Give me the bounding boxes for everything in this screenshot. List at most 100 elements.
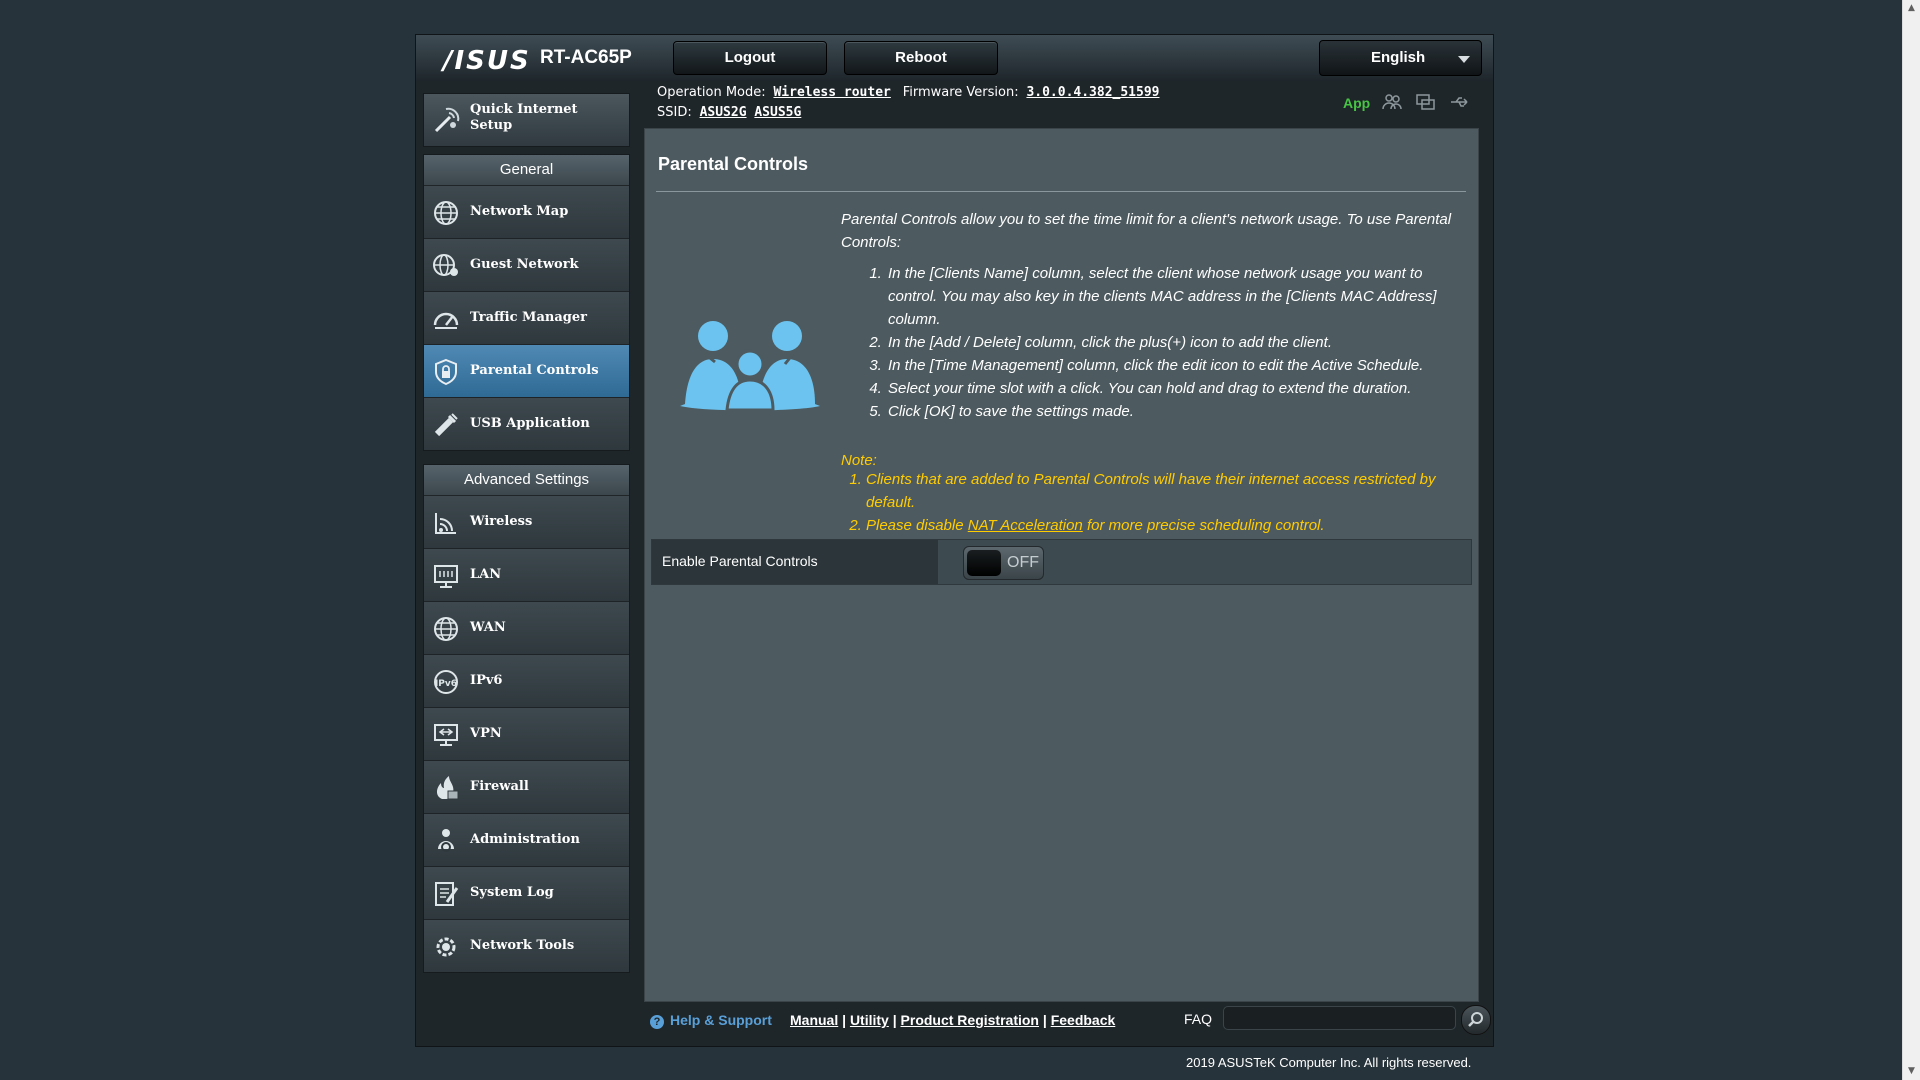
note-text: for more precise scheduling control. [1082, 517, 1325, 534]
firewall-icon [437, 776, 459, 800]
asus-logo: /ISUS [443, 46, 531, 76]
scroll-down-arrow-icon[interactable]: ▼ [1903, 1063, 1920, 1080]
app-link[interactable]: App [1343, 95, 1370, 111]
note-item: Please disable NAT Acceleration for more… [866, 514, 1456, 537]
page-scrollbar[interactable]: ▲ ▼ [1902, 0, 1920, 1080]
toggle-state-text: OFF [1007, 554, 1039, 571]
product-registration-link[interactable]: Product Registration [901, 1012, 1039, 1028]
network-tools-icon [436, 937, 456, 957]
chevron-down-icon [1458, 56, 1470, 63]
faq-search-input[interactable] [1223, 1006, 1456, 1030]
ssid-label: SSID: [657, 105, 692, 120]
enable-parental-controls-label: Enable Parental Controls [662, 553, 818, 569]
advanced-settings-menu-group: Advanced Settings Wireless LAN WAN IPv6 … [423, 464, 630, 973]
general-menu-group: General Network Map Guest Network Traffi… [423, 154, 630, 451]
menu-item-label: Firewall [470, 779, 529, 794]
logout-button[interactable]: Logout [673, 41, 827, 75]
operation-mode-label: Operation Mode: [657, 85, 766, 100]
clients-icon[interactable] [1381, 93, 1403, 111]
quick-internet-setup-button[interactable]: Quick Internet Setup [423, 93, 630, 147]
menu-item-label: LAN [470, 567, 502, 582]
step-item: In the [Time Management] column, click t… [886, 354, 1456, 377]
vpn-icon [434, 724, 458, 746]
title-divider [656, 191, 1466, 192]
faq-search-button[interactable] [1461, 1005, 1491, 1035]
menu-item-wireless[interactable]: Wireless [424, 496, 629, 549]
intro-text: Parental Controls allow you to set the t… [841, 211, 1452, 251]
menu-item-system-log[interactable]: System Log [424, 867, 629, 920]
quick-internet-setup-label: Quick Internet Setup [470, 102, 578, 133]
menu-item-label: System Log [470, 885, 554, 900]
menu-item-label: Parental Controls [470, 363, 599, 378]
nat-acceleration-link[interactable]: NAT Acceleration [968, 517, 1083, 534]
menu-item-vpn[interactable]: VPN [424, 708, 629, 761]
menu-item-administration[interactable]: Administration [424, 814, 629, 867]
utility-link[interactable]: Utility [850, 1012, 889, 1028]
footer-bar: ? Help & Support Manual | Utility | Produ… [650, 1005, 1491, 1035]
menu-item-ipv6[interactable]: IPv6 IPv6 [424, 655, 629, 708]
menu-item-guest-network[interactable]: Guest Network [424, 239, 629, 292]
usb-status-icon[interactable] [1449, 93, 1471, 111]
scroll-up-arrow-icon[interactable]: ▲ [1903, 0, 1920, 17]
ipv6-icon: IPv6 [434, 670, 458, 694]
language-select[interactable]: English [1319, 40, 1482, 76]
top-bar: /ISUS RT-AC65P Logout Reboot English [416, 35, 1493, 81]
wan-globe-icon [434, 617, 458, 641]
menu-item-label: WAN [470, 620, 506, 635]
menu-item-label: VPN [470, 726, 502, 741]
note-item: Clients that are added to Parental Contr… [866, 468, 1456, 514]
footer-links: Manual | Utility | Product Registration … [790, 1012, 1116, 1028]
family-illustration-icon [680, 321, 820, 412]
shield-lock-icon [435, 358, 457, 386]
menu-item-firewall[interactable]: Firewall [424, 761, 629, 814]
ssid-5g-link[interactable]: ASUS5G [754, 105, 801, 120]
help-support-link[interactable]: ? Help & Support [650, 1012, 772, 1029]
gauge-icon [433, 312, 459, 329]
admin-gear-icon [438, 829, 454, 852]
step-item: In the [Clients Name] column, select the… [886, 262, 1456, 331]
feedback-link[interactable]: Feedback [1051, 1012, 1116, 1028]
instructions: Parental Controls allow you to set the t… [841, 208, 1456, 423]
main-content-panel: Parental Controls Parental Controls allo… [644, 128, 1479, 1002]
language-value: English [1371, 49, 1426, 66]
network-status-icon[interactable] [1415, 93, 1437, 111]
wireless-icon [435, 513, 456, 534]
menu-item-network-map[interactable]: Network Map [424, 186, 629, 239]
manual-link[interactable]: Manual [790, 1012, 838, 1028]
step-item: Select your time slot with a click. You … [886, 377, 1456, 400]
step-item: In the [Add / Delete] column, click the … [886, 331, 1456, 354]
menu-item-traffic-manager[interactable]: Traffic Manager [424, 292, 629, 345]
toggle-knob [967, 550, 1001, 576]
menu-item-network-tools[interactable]: Network Tools [424, 920, 629, 972]
menu-item-label: Network Map [470, 204, 569, 219]
menu-item-usb-application[interactable]: USB Application [424, 398, 629, 450]
guest-globe-icon [433, 254, 458, 276]
status-icons [1381, 93, 1478, 115]
note-text: Please disable [866, 517, 968, 534]
search-icon [1468, 1012, 1483, 1027]
menu-item-parental-controls[interactable]: Parental Controls [424, 345, 629, 398]
menu-item-lan[interactable]: LAN [424, 549, 629, 602]
parental-controls-settings-table: Enable Parental Controls OFF [651, 539, 1472, 585]
notes-list: Clients that are added to Parental Contr… [841, 468, 1456, 537]
menu-item-label: Traffic Manager [470, 310, 587, 325]
router-model: RT-AC65P [540, 47, 632, 68]
wizard-wand-icon [434, 107, 460, 133]
reboot-button[interactable]: Reboot [844, 41, 998, 75]
faq-label: FAQ [1184, 1011, 1213, 1027]
note-section: Note: Clients that are added to Parental… [841, 449, 1456, 537]
advanced-settings-header: Advanced Settings [424, 465, 629, 496]
ssid-2g-link[interactable]: ASUS2G [700, 105, 747, 120]
status-bar: Operation Mode: Wireless router Firmware… [657, 83, 1160, 123]
step-item: Click [OK] to save the settings made. [886, 400, 1456, 423]
enable-parental-controls-toggle[interactable]: OFF [963, 546, 1044, 580]
operation-mode-link[interactable]: Wireless router [773, 85, 890, 100]
menu-item-label: IPv6 [470, 673, 503, 688]
firmware-version-label: Firmware Version: [902, 85, 1019, 100]
menu-item-wan[interactable]: WAN [424, 602, 629, 655]
globe-icon [434, 201, 458, 225]
firmware-version-link[interactable]: 3.0.0.4.382_51599 [1026, 85, 1159, 100]
copyright-text: 2019 ASUSTeK Computer Inc. All rights re… [1186, 1055, 1472, 1070]
lan-icon [434, 565, 458, 588]
system-log-icon [435, 882, 459, 906]
